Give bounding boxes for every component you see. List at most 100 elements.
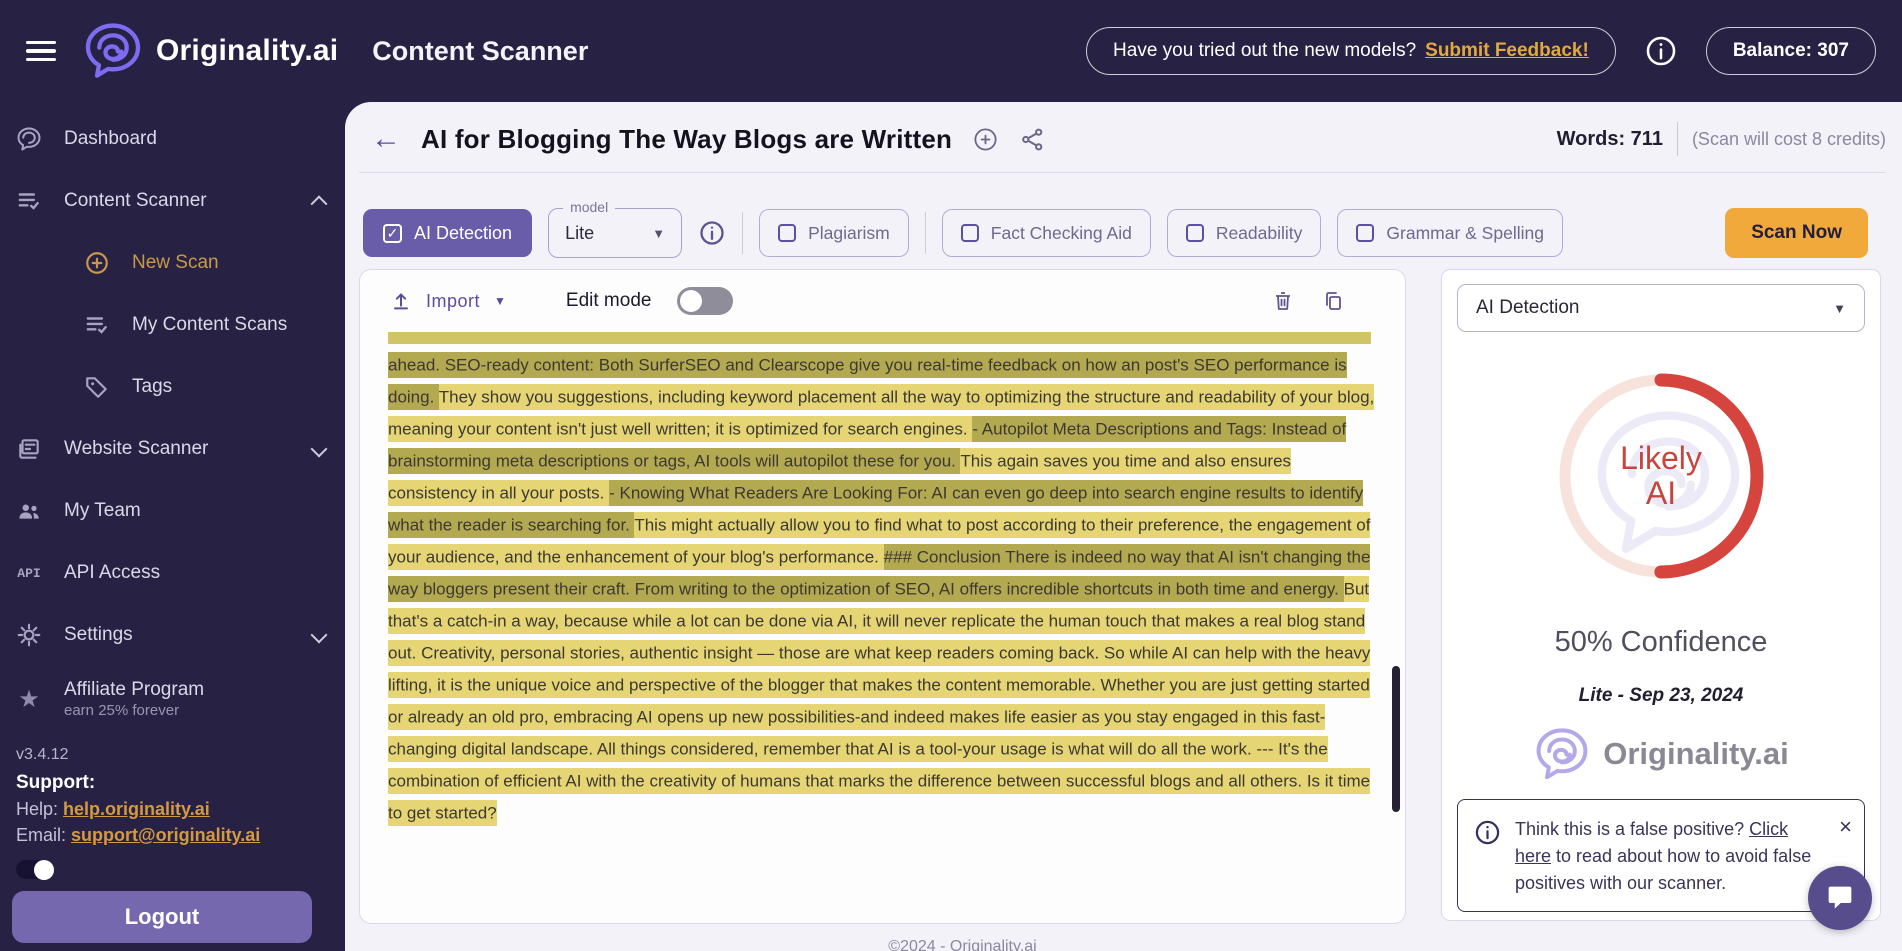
copyright-footer: ©2024 - Originality.ai (439, 924, 1486, 951)
star-icon: ★ (16, 686, 42, 712)
editor-card: Import ▼ Edit mode (359, 269, 1406, 924)
chat-icon (1823, 881, 1857, 915)
back-arrow-icon[interactable]: ← (371, 124, 401, 154)
sidebar-item-affiliate-program[interactable]: ★ Affiliate Program earn 25% forever (12, 666, 333, 732)
false-positive-notice: Think this is a false positive? Click he… (1457, 799, 1865, 912)
scan-now-button[interactable]: Scan Now (1725, 208, 1868, 258)
edit-mode-label: Edit mode (566, 290, 652, 312)
model-select-label: model (563, 199, 615, 215)
help-line: Help: help.originality.ai (16, 799, 333, 820)
scan-toolbar: ✓ AI Detection model Lite ▼ Plagiarism (359, 173, 1902, 263)
copy-icon[interactable] (1321, 289, 1345, 313)
plus-circle-icon (84, 250, 110, 276)
sidebar-item-api-access[interactable]: API API Access (12, 542, 333, 604)
highlighted-text: ahead. SEO-ready content: Both SurferSEO… (388, 349, 1381, 829)
results-brand-name: Originality.ai (1603, 736, 1788, 772)
results-panel: AI Detection ▼ Likely AI (1441, 269, 1881, 921)
list-check-icon (16, 188, 42, 214)
confidence-label: 50% Confidence (1555, 626, 1768, 659)
editor-toolbar: Import ▼ Edit mode (360, 270, 1405, 332)
help-link[interactable]: help.originality.ai (63, 799, 210, 819)
gear-icon (16, 622, 42, 648)
api-icon: API (16, 560, 42, 586)
edit-mode-toggle[interactable] (677, 287, 733, 315)
model-select[interactable]: model Lite ▼ (548, 208, 682, 258)
balance-badge[interactable]: Balance: 307 (1706, 27, 1876, 75)
sidebar-item-label: Content Scanner (64, 190, 207, 212)
sidebar-item-label: Settings (64, 624, 133, 646)
info-icon (1474, 819, 1501, 846)
caret-down-icon: ▼ (652, 226, 665, 241)
plagiarism-button[interactable]: Plagiarism (759, 209, 909, 257)
sidebar-item-label: Dashboard (64, 128, 157, 150)
notice-text: Think this is a false positive? Click he… (1515, 816, 1815, 897)
import-button[interactable]: Import (426, 291, 480, 312)
brain-icon (16, 126, 42, 152)
website-icon (16, 436, 42, 462)
sidebar-item-website-scanner[interactable]: Website Scanner (12, 418, 333, 480)
email-link[interactable]: support@originality.ai (71, 825, 260, 845)
logout-button[interactable]: Logout (12, 891, 312, 943)
brand-name: Originality.ai (156, 34, 338, 68)
checkbox-icon (961, 224, 979, 242)
sidebar-item-content-scanner[interactable]: Content Scanner (12, 170, 333, 232)
team-icon (16, 498, 42, 524)
checkbox-icon (1186, 224, 1204, 242)
checkbox-icon (778, 224, 796, 242)
divider (925, 212, 926, 254)
chat-bubble-button[interactable] (1808, 866, 1872, 930)
sidebar-item-my-team[interactable]: My Team (12, 480, 333, 542)
sidebar-item-dashboard[interactable]: Dashboard (12, 108, 333, 170)
sidebar-item-label: Tags (132, 376, 172, 398)
support-heading: Support: (16, 772, 333, 794)
email-line: Email: support@originality.ai (16, 825, 333, 846)
submit-feedback-link[interactable]: Submit Feedback! (1425, 40, 1589, 62)
menu-icon[interactable] (26, 41, 56, 62)
sidebar-toggle[interactable] (16, 860, 54, 879)
brain-logo-icon (1533, 727, 1591, 781)
version-label: v3.4.12 (16, 746, 333, 764)
main-surface: ← AI for Blogging The Way Blogs are Writ… (345, 102, 1902, 951)
sidebar-item-tags[interactable]: Tags (12, 356, 333, 418)
readability-button[interactable]: Readability (1167, 209, 1322, 257)
results-dropdown[interactable]: AI Detection ▼ (1457, 284, 1865, 332)
share-icon[interactable] (1019, 126, 1046, 153)
feedback-question: Have you tried out the new models? (1113, 40, 1416, 62)
app-root: Originality.ai Content Scanner Have you … (0, 0, 1902, 951)
brain-logo-icon (82, 22, 144, 80)
title-row: ← AI for Blogging The Way Blogs are Writ… (359, 102, 1902, 172)
caret-down-icon[interactable]: ▼ (494, 294, 506, 308)
results-brand: Originality.ai (1533, 727, 1788, 781)
scrollbar-thumb[interactable] (1392, 666, 1400, 812)
fact-checking-button[interactable]: Fact Checking Aid (942, 209, 1151, 257)
scan-meta-label: Lite - Sep 23, 2024 (1579, 685, 1744, 707)
document-text-area[interactable]: ahead. SEO-ready content: Both SurferSEO… (360, 332, 1405, 829)
ai-detection-button[interactable]: ✓ AI Detection (363, 209, 532, 257)
sidebar-item-label: My Content Scans (132, 314, 287, 336)
model-select-value: Lite (565, 223, 594, 244)
sidebar-item-new-scan[interactable]: New Scan (12, 232, 333, 294)
brand[interactable]: Originality.ai (82, 22, 338, 80)
scan-cost-label: (Scan will cost 8 credits) (1692, 129, 1886, 150)
sidebar-item-label: Affiliate Program (64, 678, 204, 702)
sidebar-item-label: My Team (64, 500, 141, 522)
word-count: Words: 711 (1557, 128, 1663, 151)
results-dropdown-value: AI Detection (1476, 297, 1580, 319)
sidebar-item-label: API Access (64, 562, 160, 584)
chevron-up-icon (311, 195, 328, 212)
ai-score-gauge: Likely AI (1555, 370, 1767, 582)
trash-icon[interactable] (1271, 289, 1295, 313)
sidebar-item-settings[interactable]: Settings (12, 604, 333, 666)
sidebar-item-my-content-scans[interactable]: My Content Scans (12, 294, 333, 356)
info-icon[interactable] (1644, 34, 1678, 68)
chevron-down-icon (311, 627, 328, 644)
top-header: Originality.ai Content Scanner Have you … (0, 0, 1902, 102)
info-icon[interactable] (698, 219, 726, 247)
divider (1677, 122, 1678, 156)
add-circle-icon[interactable] (972, 126, 999, 153)
clipped-text-line (388, 332, 1371, 344)
checkbox-icon (1356, 224, 1374, 242)
verdict-label: Likely AI (1555, 370, 1767, 582)
grammar-spelling-button[interactable]: Grammar & Spelling (1337, 209, 1563, 257)
text-segment: But that's a catch-in a way, because whi… (388, 576, 1370, 762)
